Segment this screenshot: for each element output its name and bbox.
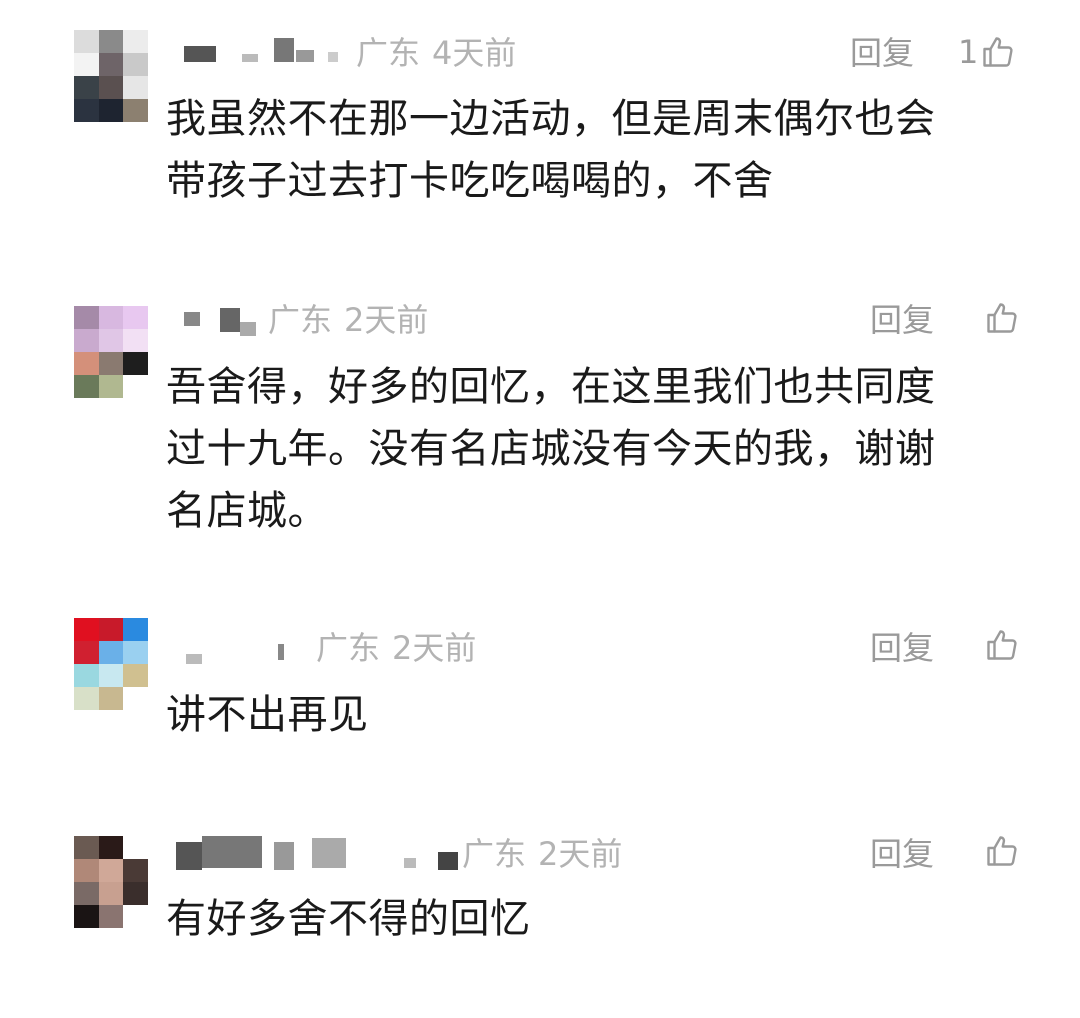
- time-label: 2天前: [538, 835, 623, 873]
- comment-text: 讲不出再见: [166, 692, 369, 738]
- comment-meta: 广东 2天前: [268, 300, 428, 340]
- avatar[interactable]: [74, 618, 148, 710]
- comment-text: 吾舍得，好多的回忆，在这里我们也共同度 过十九年。没有名店城没有今天的我，谢谢 …: [166, 364, 936, 534]
- username-blurred[interactable]: [180, 306, 260, 336]
- reply-button[interactable]: 回复: [850, 33, 914, 73]
- reply-button[interactable]: 回复: [870, 834, 934, 874]
- avatar[interactable]: [74, 30, 148, 122]
- region-label: 广东: [462, 835, 527, 873]
- avatar[interactable]: [74, 836, 148, 928]
- comment-meta: 广东 2天前: [316, 628, 476, 668]
- like-button[interactable]: 1: [958, 32, 1016, 72]
- region-label: 广东: [268, 301, 333, 339]
- like-button[interactable]: [984, 626, 1020, 664]
- comment-meta: 广东 2天前: [462, 834, 622, 874]
- time-label: 2天前: [392, 629, 477, 667]
- thumbs-up-icon: [983, 37, 1013, 67]
- comment-text: 我虽然不在那一边活动，但是周末偶尔也会 带孩子过去打卡吃吃喝喝的，不舍: [166, 96, 936, 204]
- reply-button[interactable]: 回复: [870, 628, 934, 668]
- like-button[interactable]: [984, 832, 1020, 870]
- time-label: 4天前: [432, 34, 517, 72]
- username-blurred[interactable]: [180, 632, 300, 664]
- reply-button[interactable]: 回复: [870, 300, 934, 340]
- comment-text: 有好多舍不得的回忆: [166, 896, 531, 942]
- avatar[interactable]: [74, 306, 148, 398]
- thumbs-up-icon: [987, 303, 1017, 333]
- time-label: 2天前: [344, 301, 429, 339]
- comment-meta: 广东 4天前: [356, 33, 516, 73]
- thumbs-up-icon: [987, 836, 1017, 866]
- like-count: 1: [958, 33, 979, 71]
- username-blurred[interactable]: [176, 836, 466, 870]
- thumbs-up-icon: [987, 630, 1017, 660]
- region-label: 广东: [356, 34, 421, 72]
- like-button[interactable]: [984, 299, 1020, 337]
- username-blurred[interactable]: [180, 34, 350, 64]
- region-label: 广东: [316, 629, 381, 667]
